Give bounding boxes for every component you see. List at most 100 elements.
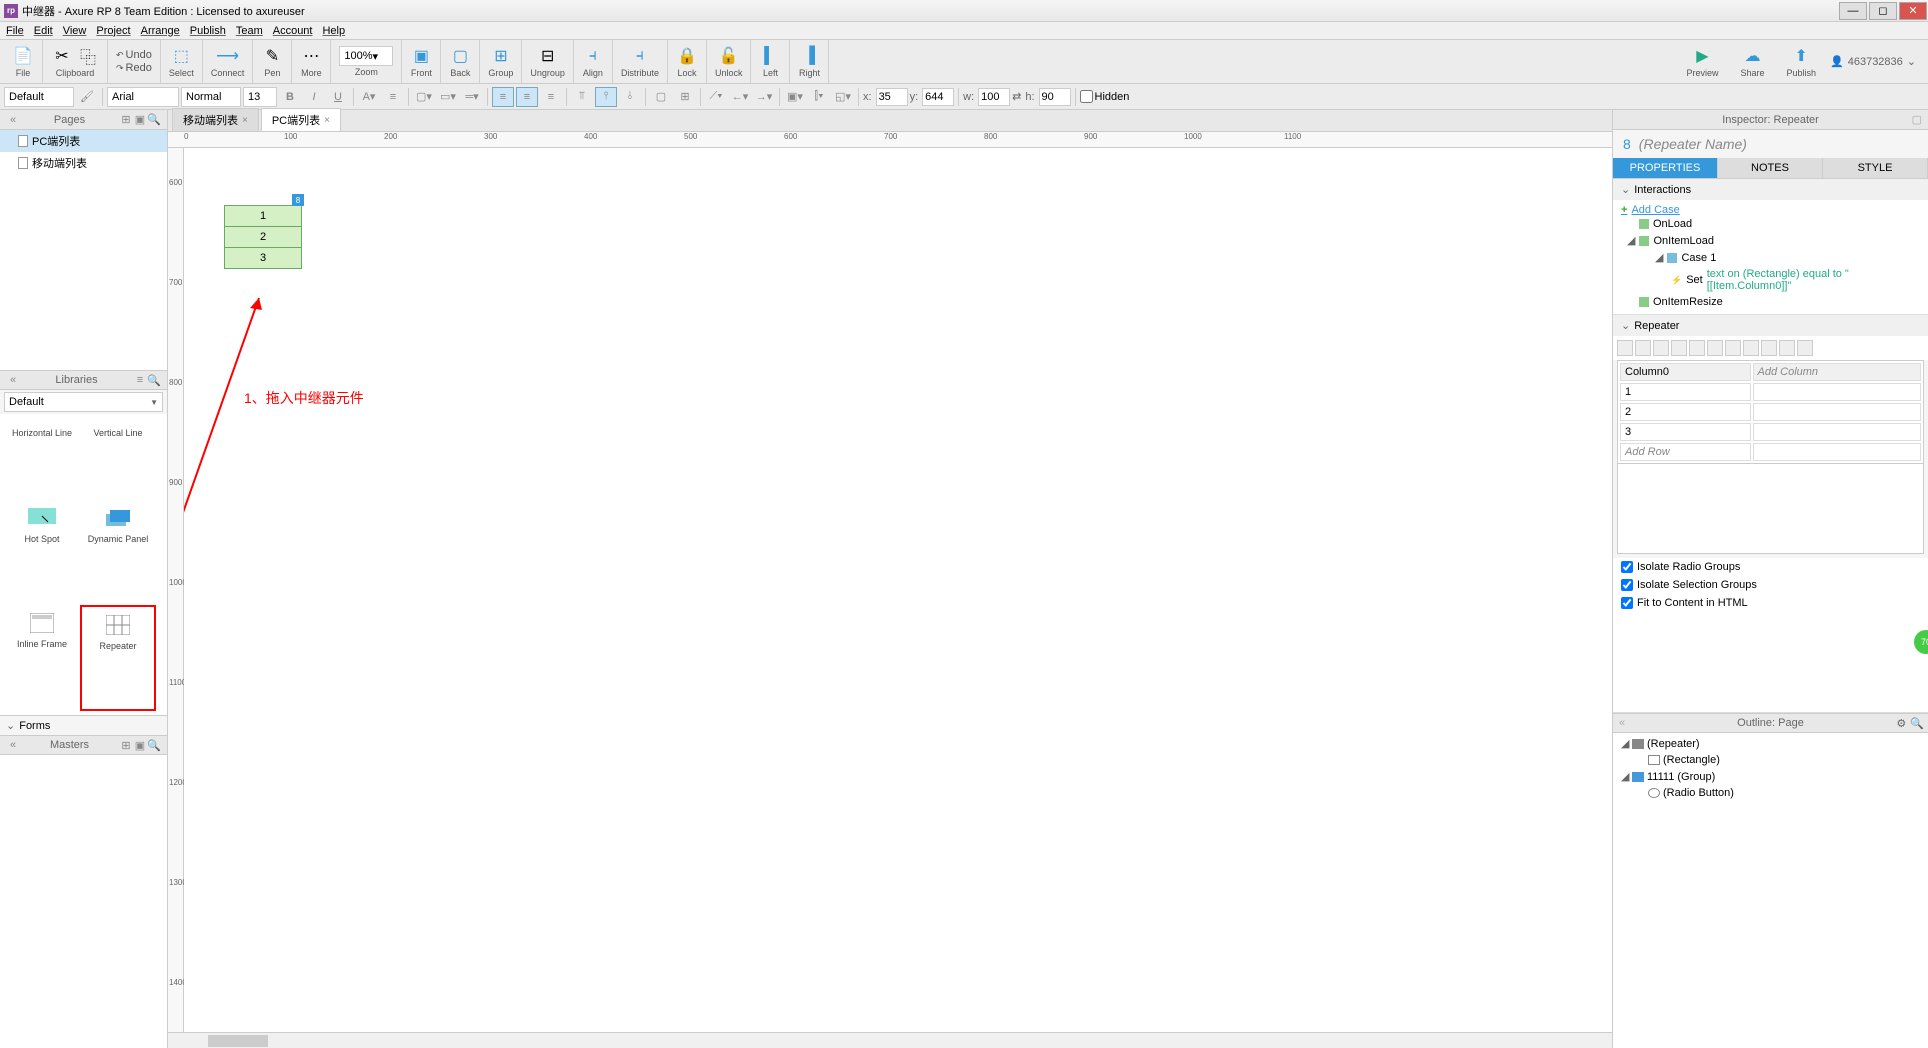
rep-tb-icon[interactable] bbox=[1635, 340, 1651, 356]
close-button[interactable]: ✕ bbox=[1899, 2, 1927, 20]
data-cell[interactable]: 3 bbox=[1620, 423, 1751, 441]
data-cell[interactable]: 2 bbox=[1620, 403, 1751, 421]
menu-team[interactable]: Team bbox=[236, 25, 263, 37]
lib-menu-icon[interactable]: ≡ bbox=[133, 374, 147, 386]
hidden-checkbox[interactable] bbox=[1080, 90, 1093, 103]
tab-notes[interactable]: NOTES bbox=[1718, 158, 1823, 178]
tb-front[interactable]: ▣Front bbox=[402, 40, 441, 83]
check-fit-content[interactable]: Fit to Content in HTML bbox=[1613, 594, 1928, 612]
tab-mobile[interactable]: 移动端列表× bbox=[172, 108, 259, 131]
repeater-row[interactable]: 1 bbox=[224, 205, 302, 227]
tb-unlock[interactable]: 🔓Unlock bbox=[707, 40, 752, 83]
tb-right[interactable]: ▐Right bbox=[790, 40, 829, 83]
rep-tb-icon[interactable] bbox=[1617, 340, 1633, 356]
rep-tb-icon[interactable] bbox=[1761, 340, 1777, 356]
horizontal-scrollbar[interactable] bbox=[168, 1032, 1612, 1048]
add-row[interactable]: Add Row bbox=[1620, 443, 1751, 461]
line-button[interactable]: ▭▾ bbox=[437, 87, 459, 107]
fill-button[interactable]: ▢▾ bbox=[413, 87, 435, 107]
event-onload[interactable]: OnLoad bbox=[1621, 216, 1920, 232]
tab-style[interactable]: STYLE bbox=[1823, 158, 1928, 178]
add-folder-icon[interactable]: ▣ bbox=[133, 739, 147, 752]
tb-group[interactable]: ⊞Group bbox=[480, 40, 522, 83]
font-select[interactable]: Arial bbox=[107, 87, 179, 107]
tb-ungroup[interactable]: ⊟Ungroup bbox=[522, 40, 574, 83]
widget-hot-spot[interactable]: Hot Spot bbox=[4, 500, 80, 602]
menu-publish[interactable]: Publish bbox=[190, 25, 226, 37]
forms-section[interactable]: Forms bbox=[0, 715, 167, 735]
add-column[interactable]: Add Column bbox=[1753, 363, 1922, 381]
detach-icon[interactable]: ▢ bbox=[1912, 113, 1922, 126]
rep-tb-icon[interactable] bbox=[1797, 340, 1813, 356]
style-picker-icon[interactable]: 🖌 bbox=[76, 87, 98, 107]
minimize-button[interactable]: — bbox=[1839, 2, 1867, 20]
tb-publish[interactable]: ⬆Publish bbox=[1778, 43, 1824, 80]
zoom-select[interactable]: 100% ▾ bbox=[339, 46, 393, 66]
tab-properties[interactable]: PROPERTIES bbox=[1613, 158, 1718, 178]
event-onitemresize[interactable]: OnItemResize bbox=[1621, 294, 1920, 310]
line-width-button[interactable]: ═▾ bbox=[461, 87, 483, 107]
interactions-header[interactable]: Interactions bbox=[1613, 179, 1928, 200]
tb-file[interactable]: 📄File bbox=[4, 40, 43, 83]
panel-collapse-icon[interactable]: « bbox=[6, 114, 20, 126]
repeater-instance[interactable]: 8 1 2 3 bbox=[224, 206, 302, 269]
tb-preview[interactable]: ▶Preview bbox=[1678, 43, 1726, 80]
close-icon[interactable]: × bbox=[242, 115, 248, 126]
column-header[interactable]: Column0 bbox=[1620, 363, 1751, 381]
repeater-row[interactable]: 3 bbox=[224, 247, 302, 269]
font-style-select[interactable]: Normal bbox=[181, 87, 241, 107]
underline-button[interactable]: U bbox=[327, 87, 349, 107]
widget-inline-frame[interactable]: Inline Frame bbox=[4, 605, 80, 711]
menu-account[interactable]: Account bbox=[273, 25, 313, 37]
menu-edit[interactable]: Edit bbox=[34, 25, 53, 37]
maximize-button[interactable]: ◻ bbox=[1869, 2, 1897, 20]
page-item-mobile[interactable]: 移动端列表 bbox=[0, 152, 167, 174]
line-style-button[interactable]: ⟋▾ bbox=[705, 87, 727, 107]
arrow-left-button[interactable]: ←▾ bbox=[729, 87, 751, 107]
corner-button[interactable]: ◱▾ bbox=[832, 87, 854, 107]
panel-collapse-icon[interactable]: « bbox=[6, 739, 20, 751]
valign-top-button[interactable]: ⫪ bbox=[571, 87, 593, 107]
rep-tb-icon[interactable] bbox=[1653, 340, 1669, 356]
menu-view[interactable]: View bbox=[63, 25, 87, 37]
repeater-row[interactable]: 2 bbox=[224, 226, 302, 248]
add-case-link[interactable]: Add Case bbox=[1621, 204, 1920, 216]
search-icon[interactable]: 🔍 bbox=[1910, 717, 1924, 730]
search-icon[interactable]: 🔍 bbox=[147, 113, 161, 126]
tb-distribute[interactable]: ⫞Distribute bbox=[613, 40, 668, 83]
tb-lock[interactable]: 🔒Lock bbox=[668, 40, 707, 83]
widget-vertical-line[interactable]: Vertical Line bbox=[80, 418, 156, 496]
case-1[interactable]: ◢Case 1 bbox=[1621, 249, 1920, 266]
undo-button[interactable]: ↶ Undo bbox=[116, 49, 152, 61]
add-folder-icon[interactable]: ▣ bbox=[133, 113, 147, 126]
outline-item-rectangle[interactable]: (Rectangle) bbox=[1613, 752, 1928, 768]
outline-item-repeater[interactable]: ◢(Repeater) bbox=[1613, 735, 1928, 752]
filter-icon[interactable]: ⚙ bbox=[1896, 717, 1906, 730]
border-inner-button[interactable]: ⊞ bbox=[674, 87, 696, 107]
widget-dynamic-panel[interactable]: Dynamic Panel bbox=[80, 500, 156, 602]
align-right-button[interactable]: ≡ bbox=[540, 87, 562, 107]
tb-left[interactable]: ▍Left bbox=[751, 40, 790, 83]
panel-collapse-icon[interactable]: « bbox=[1619, 717, 1625, 729]
widget-horizontal-line[interactable]: Horizontal Line bbox=[4, 418, 80, 496]
font-size-select[interactable]: 13 bbox=[243, 87, 277, 107]
italic-button[interactable]: I bbox=[303, 87, 325, 107]
tb-pen[interactable]: ✎Pen bbox=[253, 40, 292, 83]
library-select[interactable]: Default bbox=[4, 392, 163, 412]
rep-tb-icon[interactable] bbox=[1707, 340, 1723, 356]
page-item-pc[interactable]: PC端列表 bbox=[0, 130, 167, 152]
tb-clipboard[interactable]: ✂⿻Clipboard bbox=[43, 40, 108, 83]
event-onitemload[interactable]: ◢OnItemLoad bbox=[1621, 232, 1920, 249]
tb-more[interactable]: ⋯More bbox=[292, 40, 331, 83]
repeater-data-table[interactable]: Column0Add Column 1 2 3 Add Row bbox=[1617, 360, 1924, 464]
redo-button[interactable]: ↷ Redo bbox=[116, 62, 152, 74]
scrollbar-thumb[interactable] bbox=[208, 1035, 268, 1047]
panel-collapse-icon[interactable]: « bbox=[6, 374, 20, 386]
tb-back[interactable]: ▢Back bbox=[441, 40, 480, 83]
tb-zoom[interactable]: 100% ▾Zoom bbox=[331, 40, 402, 83]
bold-button[interactable]: B bbox=[279, 87, 301, 107]
menu-file[interactable]: File bbox=[6, 25, 24, 37]
widget-repeater[interactable]: Repeater bbox=[80, 605, 156, 711]
check-isolate-selection[interactable]: Isolate Selection Groups bbox=[1613, 576, 1928, 594]
add-page-icon[interactable]: ⊞ bbox=[119, 113, 133, 126]
